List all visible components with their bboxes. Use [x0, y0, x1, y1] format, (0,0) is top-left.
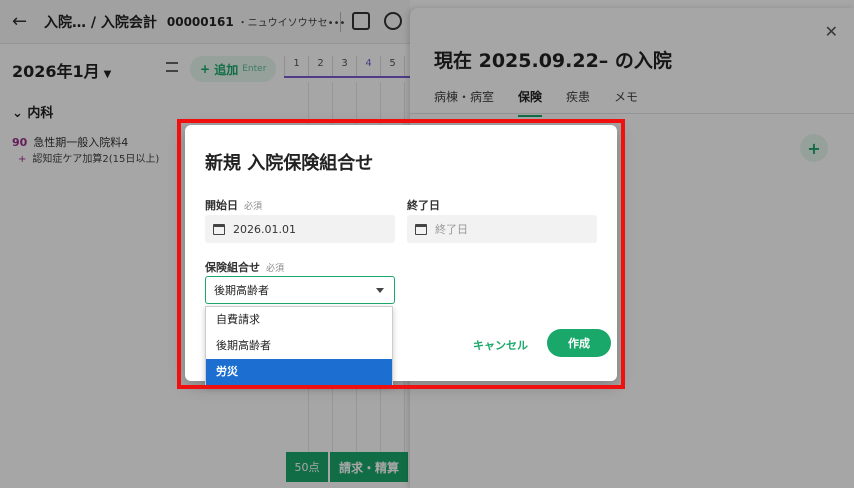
highlight-frame — [177, 119, 625, 389]
